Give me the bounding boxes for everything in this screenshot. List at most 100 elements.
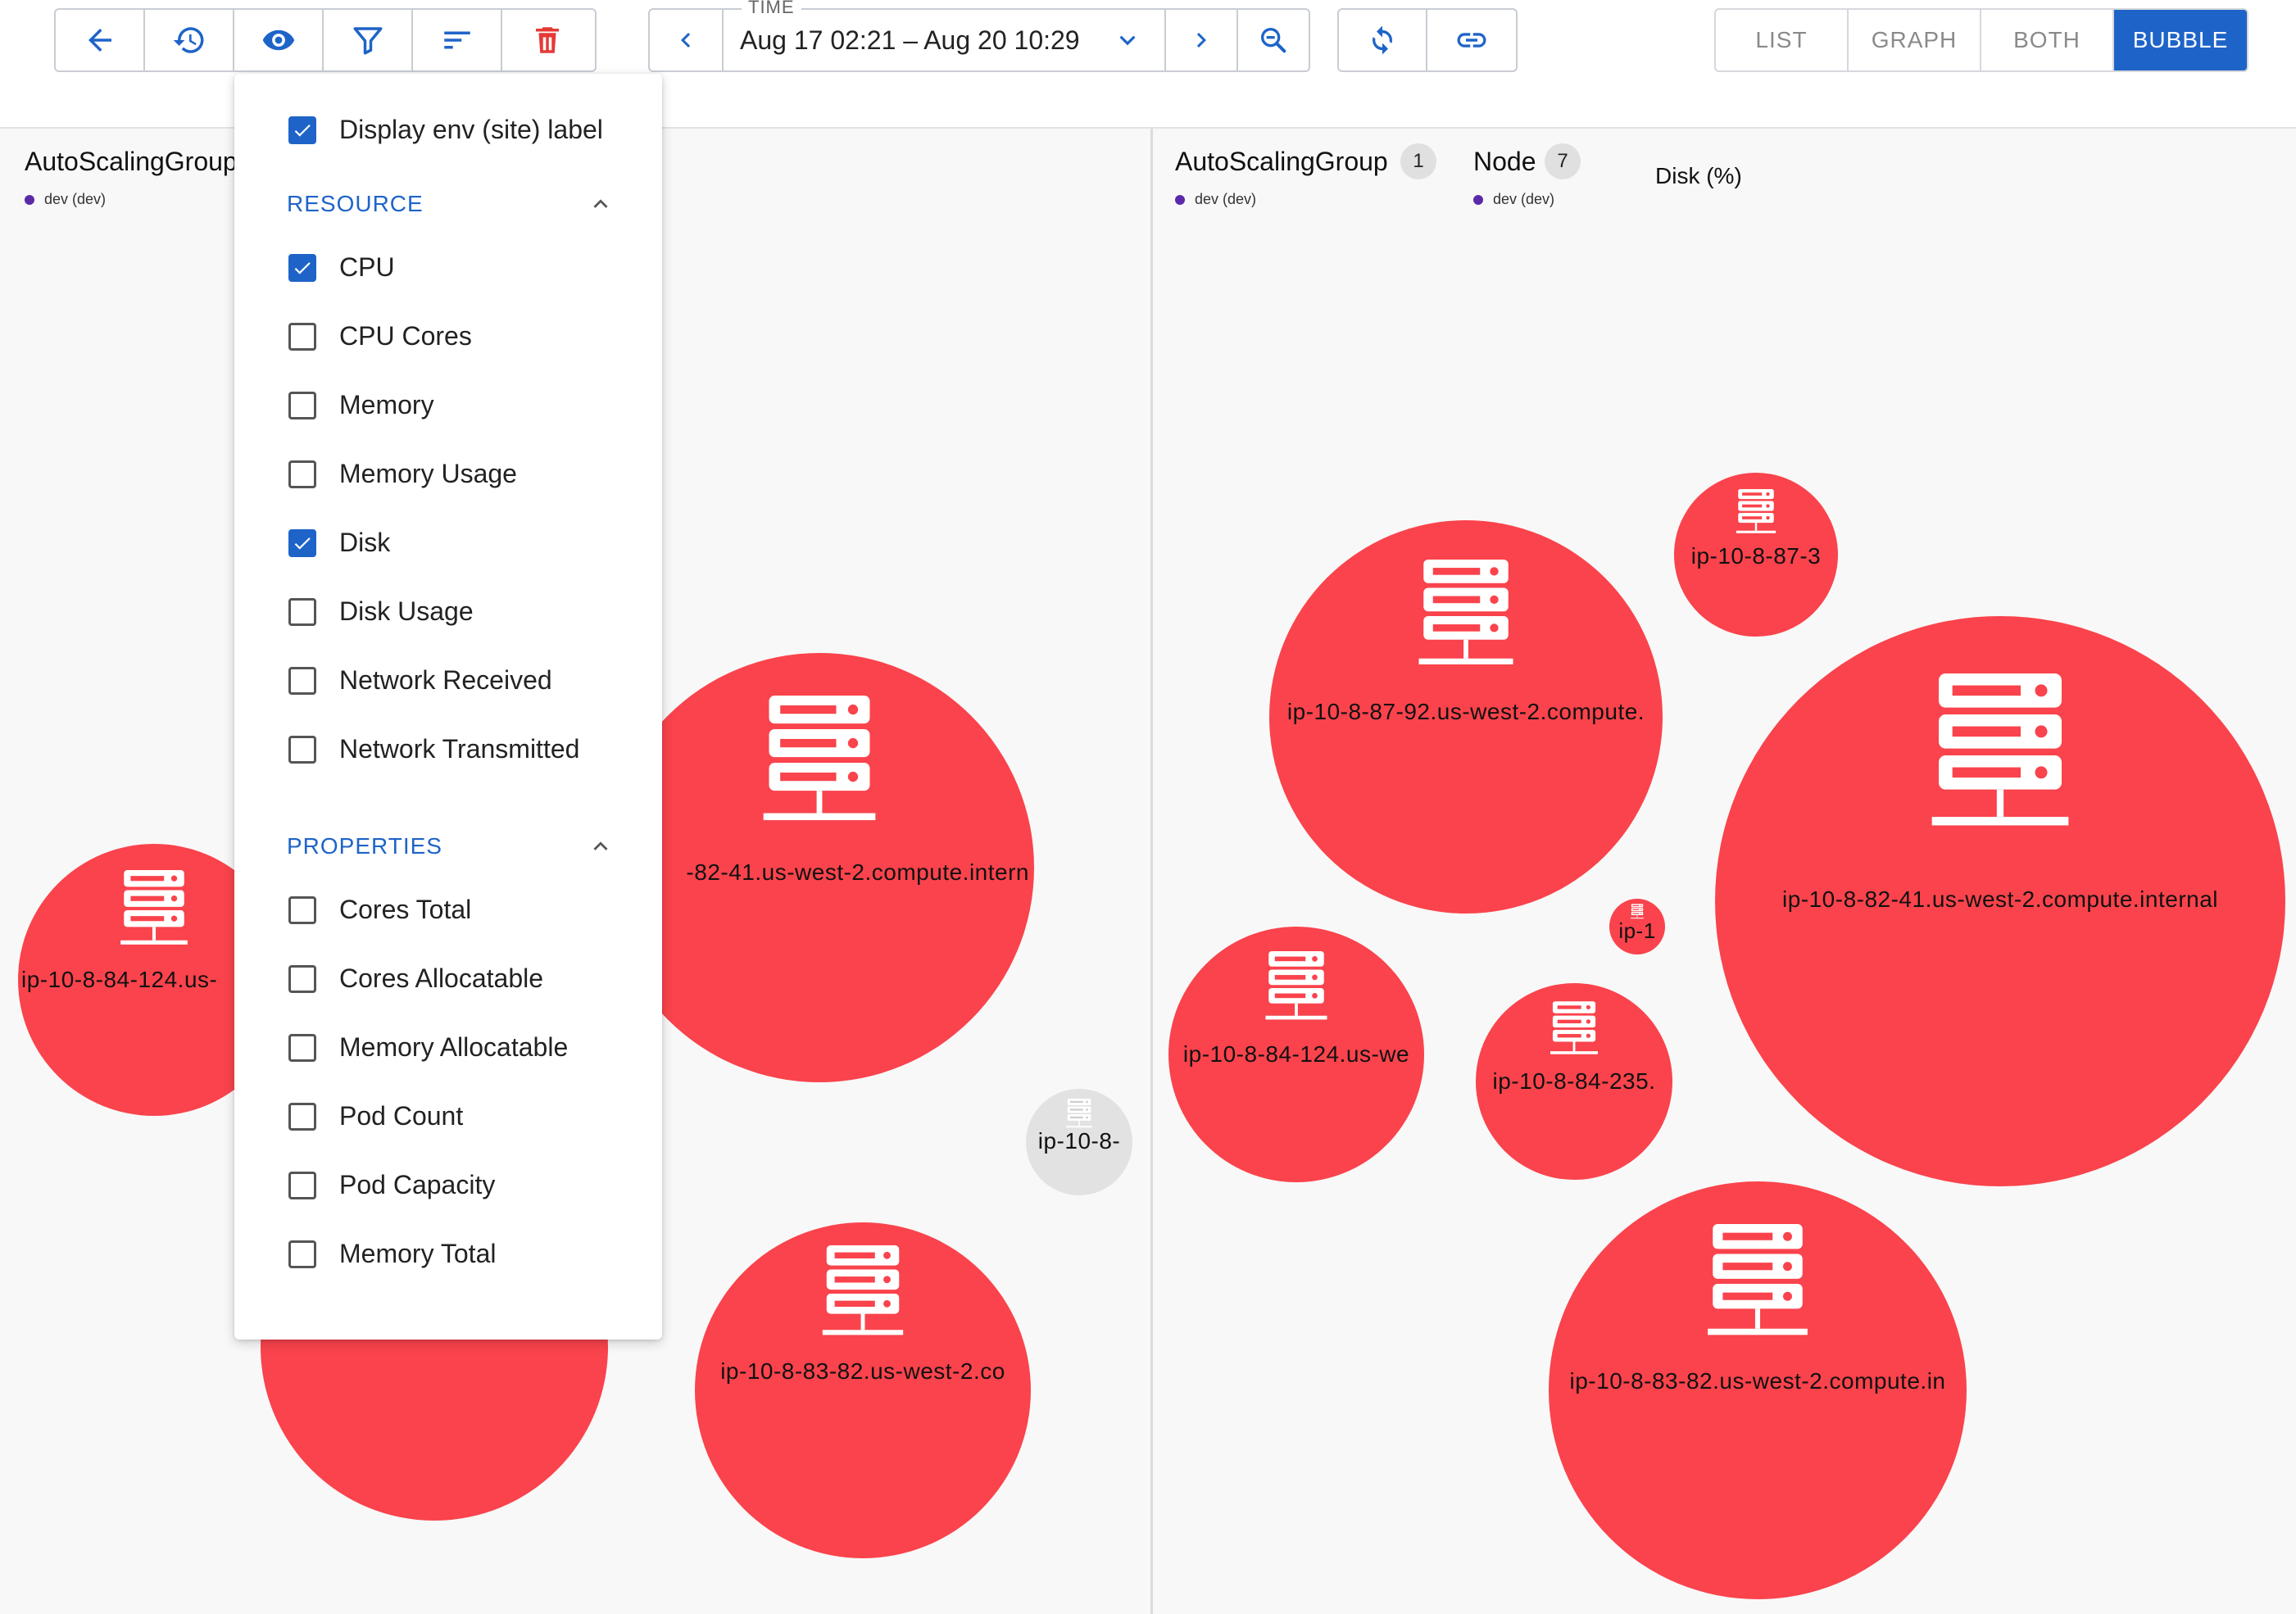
- display-env-option[interactable]: Display env (site) label: [288, 115, 603, 145]
- time-range-picker: TIME Aug 17 02:21 – Aug 20 10:29: [648, 0, 1310, 72]
- node-bubble-label: -82-41.us-west-2.compute.intern: [686, 859, 1029, 885]
- option-label: Memory Allocatable: [339, 1032, 569, 1062]
- node-bubble[interactable]: ip-10-8-84-235.: [1476, 983, 1672, 1180]
- checkbox-unchecked[interactable]: [288, 666, 316, 695]
- menu-option[interactable]: Network Transmitted: [288, 734, 579, 764]
- server-icon: [1265, 951, 1327, 1025]
- node-title: Node: [1473, 147, 1536, 176]
- section-title: RESOURCE: [287, 191, 424, 216]
- node-bubble-label: ip-10-8-83-82.us-west-2.compute.in: [1569, 1368, 1946, 1394]
- resource-section-header[interactable]: RESOURCE: [287, 190, 615, 218]
- menu-option[interactable]: Memory Total: [288, 1239, 496, 1269]
- history-icon: [173, 27, 203, 53]
- menu-option[interactable]: Memory: [288, 390, 434, 420]
- refresh-button[interactable]: [1339, 10, 1428, 70]
- checkbox-unchecked[interactable]: [288, 964, 316, 993]
- checkbox-unchecked[interactable]: [288, 597, 316, 626]
- checkbox-unchecked[interactable]: [288, 1033, 316, 1062]
- properties-section-header[interactable]: PROPERTIES: [287, 832, 615, 860]
- checkbox-checked[interactable]: [288, 528, 316, 557]
- history-button[interactable]: [145, 10, 234, 70]
- server-icon: [1418, 560, 1513, 673]
- menu-option[interactable]: Memory Allocatable: [288, 1032, 568, 1063]
- group-count-badge: 1: [1400, 143, 1436, 179]
- zoom-icon: [1261, 28, 1286, 53]
- menu-option[interactable]: Cores Allocatable: [288, 963, 543, 994]
- node-bubble[interactable]: ip-10-8-87-92.us-west-2.compute.: [1269, 520, 1663, 914]
- server-icon: [1631, 904, 1644, 920]
- node-bubble-grey[interactable]: ip-10-8-: [1026, 1089, 1132, 1195]
- checkbox-checked[interactable]: [288, 116, 316, 144]
- chevron-left-icon: [681, 33, 691, 48]
- chevron-down-icon: [1119, 35, 1136, 46]
- zoom-button[interactable]: [1238, 10, 1309, 70]
- delete-button[interactable]: [502, 10, 592, 70]
- checkbox-unchecked[interactable]: [288, 735, 316, 764]
- option-label: Pod Capacity: [339, 1170, 496, 1199]
- view-graph-button[interactable]: GRAPH: [1849, 10, 1981, 70]
- menu-option[interactable]: Cores Total: [288, 895, 471, 925]
- env-dot-icon: [25, 194, 34, 205]
- node-bubble-label: ip-10-8-83-82.us-west-2.co: [720, 1358, 1005, 1384]
- checkbox-unchecked[interactable]: [288, 391, 316, 419]
- menu-option[interactable]: CPU Cores: [288, 321, 472, 351]
- checkbox-unchecked[interactable]: [288, 1240, 316, 1268]
- menu-option[interactable]: CPU: [288, 252, 395, 283]
- server-icon: [762, 696, 877, 830]
- checkbox-unchecked[interactable]: [288, 322, 316, 351]
- view-bubble-button[interactable]: BUBBLE: [2114, 10, 2247, 70]
- checkbox-unchecked[interactable]: [288, 895, 316, 924]
- server-icon: [1066, 1099, 1092, 1130]
- node-bubble[interactable]: ip-10-8-83-82.us-west-2.compute.in: [1549, 1181, 1967, 1599]
- checkbox-unchecked[interactable]: [288, 460, 316, 488]
- right-bubble-panel: AutoScalingGroup 1 dev (dev) Node 7 dev …: [1153, 129, 2296, 1614]
- sort-button[interactable]: [413, 10, 502, 70]
- checkbox-checked[interactable]: [288, 253, 316, 282]
- option-label: Network Received: [339, 665, 552, 695]
- node-bubble-label: ip-1: [1618, 918, 1656, 943]
- node-bubble[interactable]: ip-10-8-84-124.us-we: [1168, 927, 1424, 1182]
- option-label: Disk Usage: [339, 596, 474, 626]
- metric-label: Disk (%): [1655, 163, 1742, 188]
- left-env-label: dev (dev): [25, 191, 106, 208]
- option-label: CPU: [339, 252, 395, 282]
- menu-option[interactable]: Disk Usage: [288, 596, 474, 627]
- env-dot-icon: [1473, 194, 1483, 205]
- time-range-select[interactable]: Aug 17 02:21 – Aug 20 10:29: [724, 10, 1166, 70]
- server-icon: [1931, 673, 2069, 837]
- visibility-button[interactable]: [234, 10, 324, 70]
- right-group-title: AutoScalingGroup: [1175, 147, 1388, 176]
- node-count-badge: 7: [1545, 143, 1581, 179]
- time-next-button[interactable]: [1166, 10, 1238, 70]
- menu-option[interactable]: Memory Usage: [288, 459, 517, 489]
- node-bubble[interactable]: ip-10-8-82-41.us-west-2.compute.internal: [1715, 616, 2285, 1186]
- link-icon: [1457, 33, 1486, 48]
- back-button[interactable]: [56, 10, 145, 70]
- option-label: Cores Allocatable: [339, 963, 544, 993]
- node-bubble-label: ip-10-8-87-3: [1690, 543, 1822, 569]
- view-list-button[interactable]: LIST: [1716, 10, 1849, 70]
- link-button[interactable]: [1427, 10, 1516, 70]
- eye-icon: [262, 29, 294, 51]
- node-bubble[interactable]: ip-10-8-87-3: [1674, 473, 1838, 637]
- chevron-right-icon: [1196, 33, 1206, 48]
- view-both-button[interactable]: BOTH: [1981, 10, 2114, 70]
- menu-option[interactable]: Pod Capacity: [288, 1170, 495, 1200]
- option-label: Cores Total: [339, 895, 472, 924]
- menu-option[interactable]: Pod Count: [288, 1101, 463, 1131]
- checkbox-unchecked[interactable]: [288, 1171, 316, 1199]
- check-icon: [294, 124, 311, 137]
- checkbox-unchecked[interactable]: [288, 1102, 316, 1131]
- visibility-options-menu: Display env (site) label RESOURCE CPU CPU…: [234, 74, 662, 1340]
- node-bubble-label: ip-10-8-82-41.us-west-2.compute.internal: [1781, 886, 2219, 912]
- node-bubble[interactable]: ip-1: [1609, 899, 1665, 954]
- option-label: Display env (site) label: [339, 115, 603, 144]
- time-prev-button[interactable]: [650, 10, 724, 70]
- node-bubble[interactable]: -82-41.us-west-2.compute.intern: [605, 653, 1034, 1082]
- menu-option[interactable]: Disk: [288, 528, 390, 558]
- node-bubble[interactable]: ip-10-8-83-82.us-west-2.co: [695, 1222, 1031, 1558]
- menu-option[interactable]: Network Received: [288, 665, 552, 696]
- server-icon: [1736, 489, 1776, 537]
- option-label: CPU Cores: [339, 321, 472, 351]
- filter-button[interactable]: [324, 10, 413, 70]
